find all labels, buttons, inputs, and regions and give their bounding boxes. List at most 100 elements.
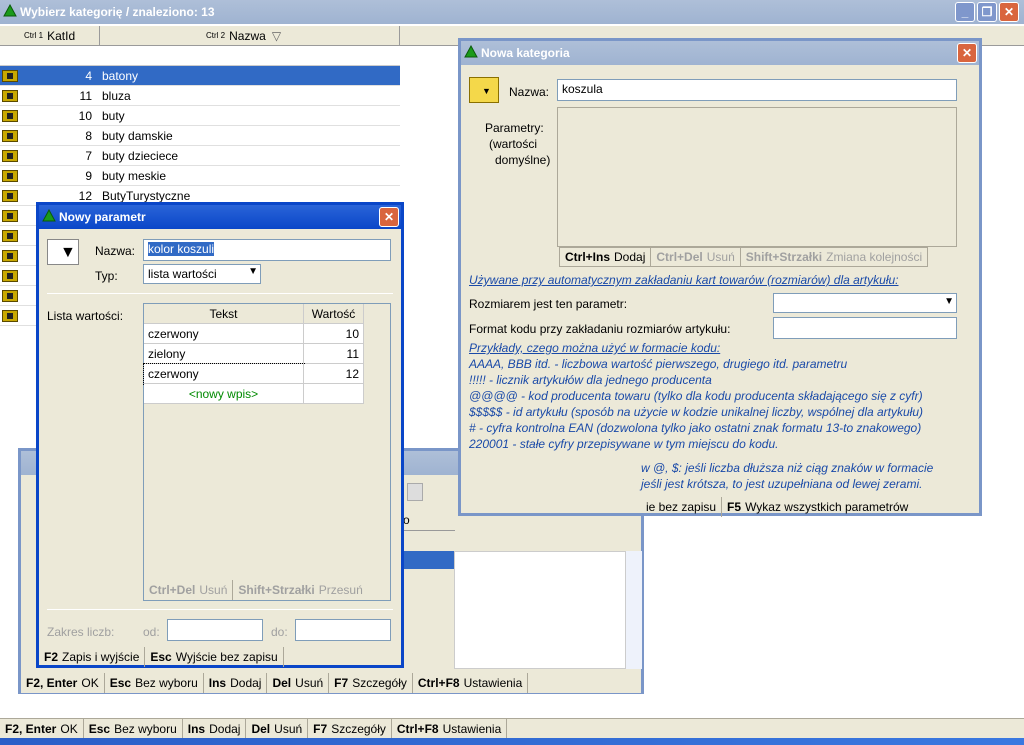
param-type-select[interactable]: lista wartości ▼ (143, 264, 261, 284)
example-7: w @, $: jeśli liczba dłuższa niż ciąg zn… (641, 461, 934, 475)
app-logo-icon (3, 4, 17, 17)
folder-icon[interactable]: ▼ (469, 77, 499, 103)
exit-nosave-key: Esc (150, 650, 172, 664)
footer-button[interactable]: Del Usuń (267, 673, 330, 693)
param-order-button[interactable]: Shift+Strzałki Zmiana kolejności (741, 248, 927, 266)
footer-button[interactable]: Del Usuń (246, 719, 309, 738)
param-separator-2 (47, 609, 393, 610)
nowa-close-button[interactable]: ✕ (957, 43, 977, 63)
value-row-text[interactable]: czerwony (144, 324, 304, 344)
nowa-name-label: Nazwa: (509, 85, 550, 99)
f5-all-params-button[interactable]: F5 Wykaz wszystkich parametrów (722, 497, 913, 517)
footer-button[interactable]: Ctrl+F8 Ustawienia (392, 719, 508, 738)
grid-header-value[interactable]: Wartość (304, 304, 364, 324)
param-del-button[interactable]: Ctrl+Del Usuń (651, 248, 741, 266)
param-type-icon[interactable]: ▼ (47, 239, 79, 265)
range-from-input[interactable] (167, 619, 263, 641)
footer-button[interactable]: Ctrl+F8 Ustawienia (413, 673, 529, 693)
taskbar-strip (0, 738, 1024, 745)
value-row-value[interactable]: 11 (304, 344, 364, 364)
grid-move-label: Przesuń (318, 583, 363, 597)
nowa-title: Nowa kategoria (481, 46, 570, 60)
footer-label: OK (81, 676, 99, 690)
category-icon (2, 169, 18, 182)
grid-move-button[interactable]: Shift+Strzałki Przesuń (233, 580, 367, 600)
footer-label: Ustawienia (442, 721, 502, 736)
code-format-label: Format kodu przy zakładaniu rozmiarów ar… (469, 322, 731, 336)
footer-key: Ins (208, 676, 227, 690)
params-list[interactable] (557, 107, 957, 247)
grid-del-button[interactable]: Ctrl+Del Usuń (144, 580, 234, 600)
example-5: # - cyfra kontrolna EAN (dozwolona tylko… (469, 421, 922, 435)
table-row[interactable]: 7 buty dzieciece (0, 146, 400, 166)
table-row[interactable]: 10 buty (0, 106, 400, 126)
back-list-area[interactable] (454, 551, 626, 669)
value-number: 11 (346, 346, 359, 361)
nowa-name-input[interactable]: koszula (557, 79, 957, 101)
params-label-1: Parametry: (485, 121, 544, 135)
row-id: 7 (85, 148, 92, 163)
new-entry-row[interactable]: <nowy wpis> (144, 384, 304, 404)
param-name-input[interactable]: kolor koszuli (143, 239, 391, 261)
param-add-button[interactable]: Ctrl+Ins Dodaj (560, 248, 652, 266)
param-del-label: Usuń (706, 250, 735, 264)
nowa-cancel-button[interactable]: ie bez zapisu (641, 497, 723, 517)
footer-button[interactable]: F2, Enter OK (0, 719, 84, 738)
footer-button[interactable]: Ins Dodaj (204, 673, 268, 693)
category-icon (2, 289, 18, 302)
example-2: !!!!! - licznik artykułów dla jednego pr… (469, 373, 712, 387)
footer-key: F7 (334, 676, 349, 690)
range-to-input[interactable] (295, 619, 391, 641)
grid-header-text[interactable]: Tekst (144, 304, 304, 324)
table-row[interactable]: 8 buty damskie (0, 126, 400, 146)
value-row-value[interactable]: 10 (304, 324, 364, 344)
row-id: 10 (78, 108, 92, 123)
sort-desc-icon: ▽ (271, 28, 282, 43)
footer-key: Del (251, 721, 271, 736)
table-row[interactable]: 9 buty meskie (0, 166, 400, 186)
back-dropdown-arrow[interactable] (407, 483, 423, 501)
footer-button[interactable]: F2, Enter OK (21, 673, 105, 693)
footer-button[interactable]: Esc Bez wyboru (105, 673, 204, 693)
column-header-nazwa[interactable]: Ctrl 2 Nazwa ▽ (100, 26, 400, 46)
footer-label: Dodaj (209, 721, 241, 736)
table-row[interactable]: 11 bluza (0, 86, 400, 106)
footer-button[interactable]: F7 Szczegóły (308, 719, 392, 738)
footer-button[interactable]: Ins Dodaj (183, 719, 247, 738)
param-type-label: Typ: (95, 269, 118, 283)
footer-label: Ustawienia (463, 676, 523, 690)
new-entry-label: <nowy wpis> (188, 386, 259, 401)
restore-button[interactable]: ❐ (977, 2, 997, 22)
nazwa-label: Nazwa (229, 28, 266, 43)
folder-arrow-icon: ▼ (482, 86, 491, 96)
footer-button[interactable]: Esc Bez wyboru (84, 719, 183, 738)
values-grid[interactable]: Tekst Wartość czerwony 10 zielony 11 czerwon… (143, 303, 391, 601)
grid-buttons: Ctrl+Del Usuń Shift+Strzałki Przesuń (144, 580, 368, 600)
value-row-text[interactable]: zielony (144, 344, 304, 364)
table-row[interactable]: 4 batony (0, 66, 400, 86)
code-format-input[interactable] (773, 317, 957, 339)
value-row-value[interactable]: 12 (304, 364, 364, 384)
params-label-3: domyślne) (495, 153, 551, 167)
back-scrollbar[interactable] (626, 551, 642, 669)
nowa-footer: ie bez zapisu F5 Wykaz wszystkich paramet… (641, 497, 913, 517)
param-close-button[interactable]: ✕ (379, 207, 399, 227)
value-number: 12 (345, 366, 359, 381)
minimize-button[interactable]: _ (955, 2, 975, 22)
katid-label: KatId (47, 28, 76, 43)
column-header-katid[interactable]: Ctrl 1 KatId (0, 26, 100, 46)
row-name: buty damskie (102, 128, 173, 143)
new-entry-value[interactable] (304, 384, 364, 404)
value-row-text[interactable]: czerwony (143, 363, 305, 385)
filter-row[interactable] (0, 46, 400, 66)
param-title: Nowy parametr (59, 210, 146, 224)
footer-button[interactable]: F7 Szczegóły (329, 673, 413, 693)
back-selected-cell[interactable] (402, 551, 454, 569)
grid-del-key: Ctrl+Del (149, 583, 196, 597)
example-6: 220001 - stałe cyfry przepisywane w tym … (469, 437, 779, 451)
category-icon (2, 149, 18, 162)
save-exit-button[interactable]: F2 Zapis i wyjście (39, 647, 146, 667)
exit-nosave-button[interactable]: Esc Wyjście bez zapisu (145, 647, 284, 667)
size-param-select[interactable]: ▼ (773, 293, 957, 313)
close-button[interactable]: ✕ (999, 2, 1019, 22)
